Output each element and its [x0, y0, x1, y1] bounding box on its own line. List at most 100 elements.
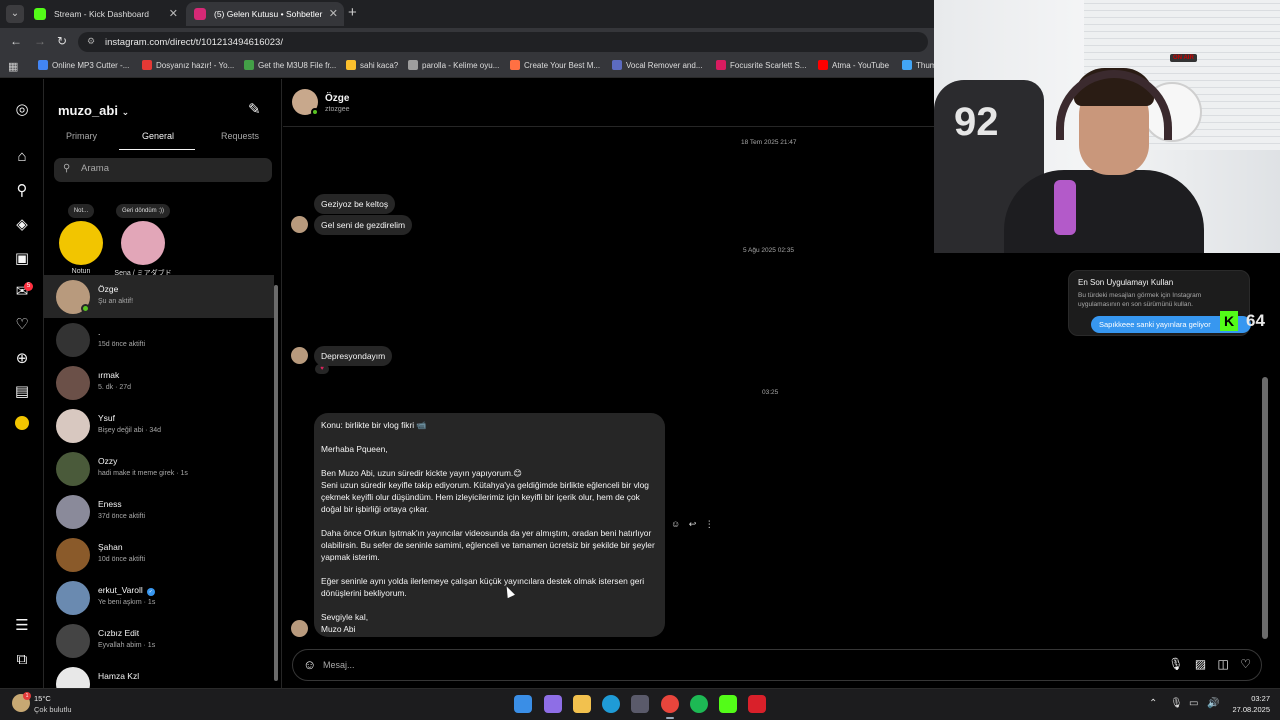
- bookmark-favicon-icon: [408, 60, 418, 70]
- apps-grid-icon[interactable]: ▦: [8, 60, 18, 73]
- bookmark-item[interactable]: Dosyanız hazır! - Yo...: [142, 60, 234, 70]
- conversation-item[interactable]: Ysuf Bişey değil abi · 34d: [44, 404, 274, 447]
- conversation-status: 15d önce aktifti: [98, 341, 146, 348]
- store-icon[interactable]: [631, 695, 649, 713]
- conversation-item[interactable]: Ozzy hadi make it meme girek · 1s: [44, 447, 274, 490]
- kick-app-icon[interactable]: [719, 695, 737, 713]
- address-bar[interactable]: ⚙ instagram.com/direct/t/101213494616023…: [78, 32, 928, 52]
- search-icon[interactable]: ⚲: [12, 181, 32, 201]
- notifications-icon[interactable]: ♡: [12, 315, 32, 335]
- spotify-icon[interactable]: [690, 695, 708, 713]
- bookmark-item[interactable]: Online MP3 Cutter -...: [38, 60, 129, 70]
- browser-tab-kick[interactable]: Stream - Kick Dashboard ✕: [26, 2, 184, 26]
- conversation-item[interactable]: erkut_Varoll ✓ Ye beni aşkım · 1s: [44, 576, 274, 619]
- reload-icon[interactable]: ↻: [57, 34, 67, 48]
- more-menu-icon[interactable]: ☰: [12, 616, 32, 636]
- note-sena[interactable]: Geri döndüm :)) Sena / ミアダブド: [108, 199, 178, 277]
- media-player-icon[interactable]: [748, 695, 766, 713]
- bookmark-item[interactable]: Thum: [902, 60, 934, 70]
- heart-reaction-icon[interactable]: ♥: [315, 364, 329, 374]
- bookmark-item[interactable]: sahi kaca?: [346, 60, 398, 70]
- tray-chevron-icon[interactable]: ⌃: [1149, 698, 1157, 709]
- bookmark-item[interactable]: parolla - Kelime oyu...: [408, 60, 499, 70]
- site-info-icon[interactable]: ⚙: [87, 36, 95, 47]
- start-icon[interactable]: [514, 695, 532, 713]
- jersey-number: 92: [954, 100, 999, 144]
- clock-time[interactable]: 03:27: [1240, 694, 1270, 703]
- file-explorer-icon[interactable]: [573, 695, 591, 713]
- bookmark-favicon-icon: [818, 60, 828, 70]
- edge-icon[interactable]: [602, 695, 620, 713]
- conversation-item[interactable]: ırmak 5. dk · 27d: [44, 361, 274, 404]
- tab-primary[interactable]: Primary: [66, 131, 97, 141]
- tab-requests[interactable]: Requests: [221, 131, 259, 141]
- message-composer[interactable]: ☺ Mesaj... 🎙 ▨ ◫ ♡: [292, 649, 1262, 681]
- image-icon[interactable]: ▨: [1195, 657, 1206, 671]
- tab-close-icon[interactable]: ✕: [329, 2, 338, 26]
- message-bubble[interactable]: Geziyoz be keltoş: [314, 194, 396, 214]
- message-bubble[interactable]: Gel seni de gezdirelim: [314, 215, 413, 235]
- emoji-react-icon[interactable]: ☺: [671, 519, 680, 529]
- network-icon[interactable]: ▭: [1189, 698, 1198, 709]
- long-message-bubble[interactable]: Konu: birlikte bir vlog fikri 📹 Merhaba …: [314, 413, 665, 637]
- volume-icon[interactable]: 🔊: [1207, 698, 1219, 709]
- conversation-item[interactable]: Özge Şu an aktif!: [44, 275, 274, 318]
- active-tab-indicator: [119, 149, 195, 150]
- search-input[interactable]: Arama: [81, 163, 109, 174]
- explore-icon[interactable]: ◈: [12, 215, 32, 235]
- heart-icon[interactable]: ♡: [1240, 657, 1251, 671]
- clock-date[interactable]: 27.08.2025: [1226, 705, 1270, 714]
- back-icon[interactable]: ←: [10, 34, 22, 48]
- home-icon[interactable]: ⌂: [12, 147, 32, 167]
- meta-apps-icon[interactable]: ⧉: [12, 650, 32, 670]
- avatar: [291, 216, 308, 233]
- reply-icon[interactable]: ↩: [689, 519, 697, 529]
- tab-search-icon[interactable]: ⌄: [6, 5, 24, 23]
- message-paragraph: Daha önce Orkun Işıtmak'ın yayıncılar vi…: [321, 528, 655, 562]
- conversation-item[interactable]: Eness 37d önce aktifti: [44, 490, 274, 533]
- reels-icon[interactable]: ▣: [12, 249, 32, 269]
- note-bubble: Geri döndüm :)): [115, 204, 170, 218]
- sticker-icon[interactable]: ◫: [1218, 657, 1229, 671]
- page-scrollbar[interactable]: [1262, 377, 1268, 639]
- tab-close-icon[interactable]: ✕: [169, 2, 178, 26]
- avatar: [56, 667, 90, 688]
- copilot-icon[interactable]: [544, 695, 562, 713]
- conversation-item[interactable]: . 15d önce aktifti: [44, 318, 274, 361]
- note-own[interactable]: Not... Notun: [46, 199, 116, 275]
- conversation-name: .: [98, 327, 101, 337]
- more-options-icon[interactable]: ⋮: [705, 519, 714, 529]
- conversation-item[interactable]: Şahan 10d önce aktifti: [44, 533, 274, 576]
- weather-temp: 15°C: [34, 694, 51, 703]
- instagram-logo-icon[interactable]: ◎: [12, 100, 32, 120]
- verified-badge-icon: ✓: [146, 588, 155, 596]
- weather-badge: 1: [23, 692, 31, 700]
- inbox-username[interactable]: muzo_abi ⌄: [58, 103, 129, 118]
- bookmark-item[interactable]: Get the M3U8 File fr...: [244, 60, 336, 70]
- forward-icon[interactable]: →: [34, 34, 46, 48]
- search-box[interactable]: ⚲ Arama: [54, 158, 272, 182]
- bookmark-item[interactable]: Focusrite Scarlett S...: [716, 60, 806, 70]
- tab-general[interactable]: General: [142, 131, 174, 141]
- conversation-item[interactable]: Hamza Kzl: [44, 662, 274, 688]
- emoji-icon[interactable]: ☺: [303, 657, 316, 672]
- create-icon[interactable]: ⊕: [12, 349, 32, 369]
- bookmark-item[interactable]: Atma - YouTube: [818, 60, 889, 70]
- thread-name[interactable]: Özge: [325, 93, 349, 104]
- new-message-icon[interactable]: ✎: [248, 100, 261, 118]
- bookmark-item[interactable]: Create Your Best M...: [510, 60, 600, 70]
- mic-tray-icon[interactable]: 🎙: [1170, 698, 1183, 709]
- message-greeting: Merhaba Pqueen,: [321, 444, 388, 454]
- conversation-item[interactable]: Cızbız Edit Eyvallah abim · 1s: [44, 619, 274, 662]
- inbox-scrollbar[interactable]: [274, 285, 278, 681]
- new-tab-icon[interactable]: +: [348, 4, 357, 21]
- bookmark-item[interactable]: Vocal Remover and...: [612, 60, 702, 70]
- message-input[interactable]: Mesaj...: [323, 660, 355, 670]
- conversation-name: ırmak: [98, 370, 120, 380]
- profile-avatar-icon[interactable]: [12, 416, 32, 436]
- dashboard-icon[interactable]: ▤: [12, 382, 32, 402]
- chrome-icon[interactable]: [661, 695, 679, 713]
- browser-tab-instagram[interactable]: (5) Gelen Kutusu • Sohbetler ✕: [186, 2, 344, 26]
- microphone-icon[interactable]: 🎙: [1168, 657, 1183, 671]
- message-bubble[interactable]: Depresyondayım: [314, 346, 393, 366]
